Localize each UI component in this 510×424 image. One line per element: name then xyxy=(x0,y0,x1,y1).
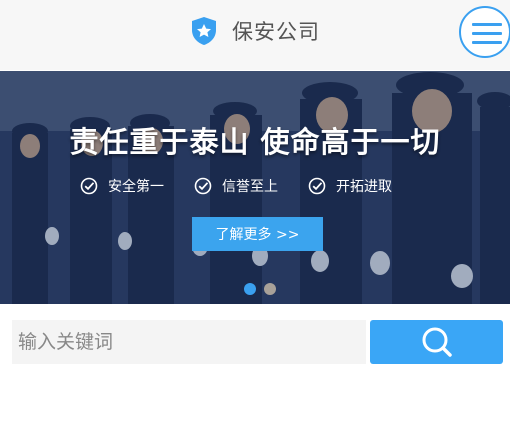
feature-item: 信誉至上 xyxy=(194,176,278,196)
search-button[interactable] xyxy=(370,320,503,364)
feature-item: 安全第一 xyxy=(80,176,164,196)
hero-banner: 责任重于泰山 使命高于一切 安全第一 信誉至上 开拓进取 了解更多 >> xyxy=(0,71,510,304)
feature-label: 开拓进取 xyxy=(336,179,392,195)
check-circle-icon xyxy=(194,177,212,195)
search-input[interactable] xyxy=(12,320,366,364)
carousel-dot-2[interactable] xyxy=(264,283,276,295)
hamburger-menu-icon[interactable] xyxy=(459,6,510,58)
check-circle-icon xyxy=(80,177,98,195)
feature-label: 安全第一 xyxy=(108,179,164,195)
feature-label: 信誉至上 xyxy=(222,179,278,195)
brand[interactable]: 保安公司 xyxy=(190,14,320,48)
carousel-indicators xyxy=(244,283,284,295)
learn-more-button[interactable]: 了解更多 >> xyxy=(192,217,323,251)
feature-item: 开拓进取 xyxy=(308,176,392,196)
carousel-dot-1[interactable] xyxy=(244,283,256,295)
search-icon xyxy=(422,327,452,357)
check-circle-icon xyxy=(308,177,326,195)
shield-star-icon xyxy=(192,17,216,45)
banner-headline: 责任重于泰山 使命高于一切 xyxy=(69,125,441,159)
brand-name: 保安公司 xyxy=(232,20,320,44)
feature-list: 安全第一 信誉至上 开拓进取 xyxy=(80,176,422,196)
site-header: 保安公司 xyxy=(0,0,510,70)
